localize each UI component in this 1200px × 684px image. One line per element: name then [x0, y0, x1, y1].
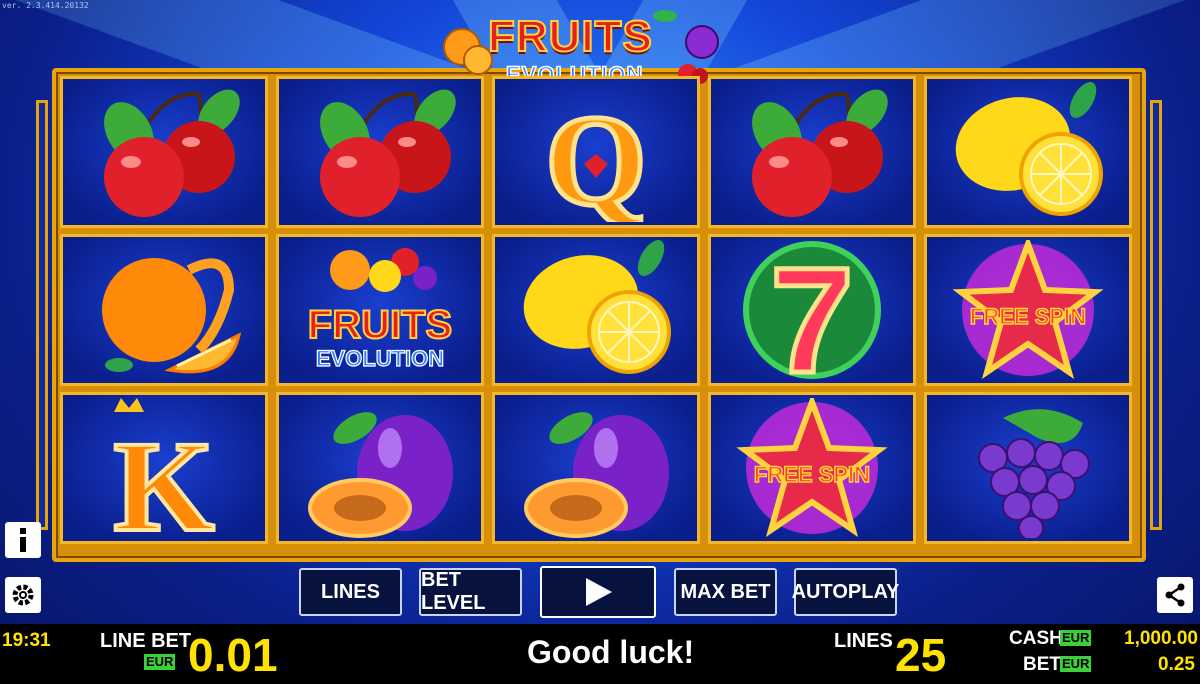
orange-icon — [102, 258, 242, 374]
bet-label: BET — [1023, 654, 1061, 675]
lines-label: LINES — [834, 630, 893, 652]
grape-icon — [978, 409, 1090, 538]
share-button[interactable] — [1157, 577, 1193, 613]
gear-icon — [12, 584, 34, 606]
reel-cell-cherry — [60, 76, 268, 228]
cash-currency: EUR — [1060, 630, 1092, 646]
cash-value: 1,000.00 — [1124, 628, 1198, 649]
bet-level-button[interactable]: BET LEVEL — [419, 568, 522, 616]
lines-value: 25 — [895, 629, 947, 681]
info-icon — [20, 528, 26, 552]
reel-cell-lemon — [924, 76, 1132, 228]
queen-icon: Q — [543, 87, 649, 223]
free-spin-icon: FREE SPIN — [736, 398, 888, 538]
cherry-icon — [752, 89, 888, 217]
info-button[interactable] — [5, 522, 41, 558]
svg-text:K: K — [113, 415, 214, 538]
seven-icon: 7 — [743, 240, 881, 380]
game-stage: ver. 2.3.414.20132 FRUITS EVOLUTION K FRU… — [0, 0, 1200, 684]
reel-cell-king: K — [60, 392, 268, 544]
fruits-logo-icon: FRUITSEVOLUTION — [307, 248, 453, 372]
reel-cell-cherry — [708, 76, 916, 228]
plum-icon — [308, 412, 453, 538]
autoplay-button[interactable]: AUTOPLAY — [792, 568, 899, 616]
cash-label: CASH — [1009, 628, 1063, 649]
reel-cell-queen: Q — [492, 76, 700, 228]
reel-cell-orange — [60, 234, 268, 386]
bet-value: 0.25 — [1158, 654, 1195, 675]
bet-currency: EUR — [1060, 656, 1092, 672]
logo-title: FRUITS — [487, 11, 653, 62]
svg-text:FRUITS: FRUITS — [308, 303, 452, 347]
line-bet-label: LINE BET — [100, 630, 192, 652]
right-rail — [1150, 100, 1162, 530]
king-icon: K — [111, 398, 217, 538]
left-rail — [36, 100, 48, 530]
reel-cell-plum — [276, 392, 484, 544]
reel-cell-seven: 7 — [708, 234, 916, 386]
reel-cell-free-spin: FREE SPIN — [924, 234, 1132, 386]
reel-cell-plum — [492, 392, 700, 544]
lemon-icon — [523, 240, 671, 374]
line-bet-currency: EUR — [144, 654, 176, 670]
version-label: ver. 2.3.414.20132 — [2, 1, 89, 10]
cherry-icon — [320, 89, 456, 217]
status-bar: 19:31 LINE BET EUR 0.01 Good luck! LINES… — [0, 624, 1200, 684]
svg-text:FREE SPIN: FREE SPIN — [754, 462, 870, 487]
max-bet-button[interactable]: MAX BET — [674, 568, 777, 616]
reel-cell-grape — [924, 392, 1132, 544]
reel-cell-cherry — [276, 76, 484, 228]
cherry-icon — [104, 89, 240, 217]
lemon-icon — [955, 82, 1103, 216]
share-icon — [1165, 583, 1185, 607]
reel-cell-lemon — [492, 234, 700, 386]
svg-text:7: 7 — [770, 240, 853, 380]
lines-button[interactable]: LINES — [299, 568, 402, 616]
line-bet-value: 0.01 — [188, 629, 278, 681]
plum-icon — [524, 412, 669, 538]
settings-button[interactable] — [5, 577, 41, 613]
reel-cell-free-spin: FREE SPIN — [708, 392, 916, 544]
reel-cell-fruits-logo: FRUITS EVOLUTION — [276, 234, 484, 386]
free-spin-icon: FREE SPIN — [952, 240, 1104, 380]
svg-text:FREE SPIN: FREE SPIN — [970, 304, 1086, 329]
play-icon — [586, 578, 612, 606]
clock: 19:31 — [2, 630, 51, 651]
svg-text:EVOLUTION: EVOLUTION — [316, 346, 444, 371]
spin-button[interactable] — [540, 566, 656, 618]
status-message: Good luck! — [527, 634, 695, 670]
